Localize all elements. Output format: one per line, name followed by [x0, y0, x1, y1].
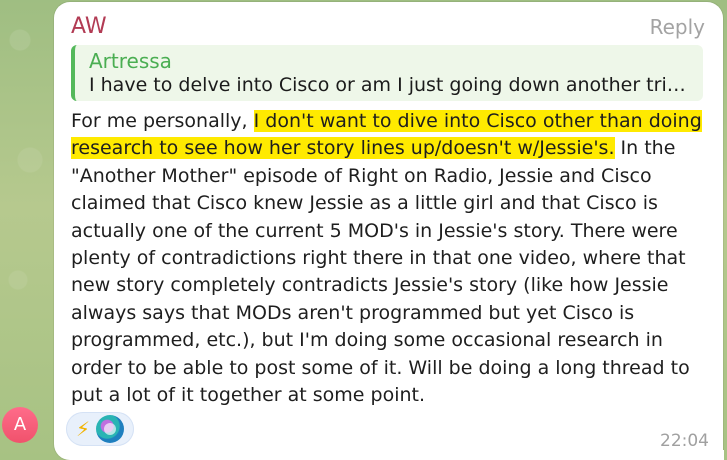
quote-author: Artressa	[89, 49, 172, 73]
message-text-intro: For me personally,	[71, 110, 254, 132]
reaction-chip[interactable]: ⚡	[66, 412, 134, 446]
reactor-avatar	[96, 415, 125, 443]
quote-text: I have to delve into Cisco or am I just …	[89, 74, 689, 96]
reply-button[interactable]: Reply	[650, 15, 705, 39]
quoted-reply[interactable]: Artressa I have to delve into Cisco or a…	[71, 45, 703, 101]
message-time: 22:04	[660, 431, 709, 451]
message-bubble[interactable]: AW Reply Artressa I have to delve into C…	[54, 2, 724, 460]
user-avatar[interactable]: A	[2, 407, 38, 443]
message-text: For me personally, I don't want to dive …	[71, 108, 711, 409]
lightning-icon: ⚡	[76, 417, 91, 441]
message-text-rest: In the "Another Mother" episode of Right…	[71, 137, 690, 407]
sender-name[interactable]: AW	[71, 14, 107, 40]
bubble-tail	[714, 450, 724, 460]
